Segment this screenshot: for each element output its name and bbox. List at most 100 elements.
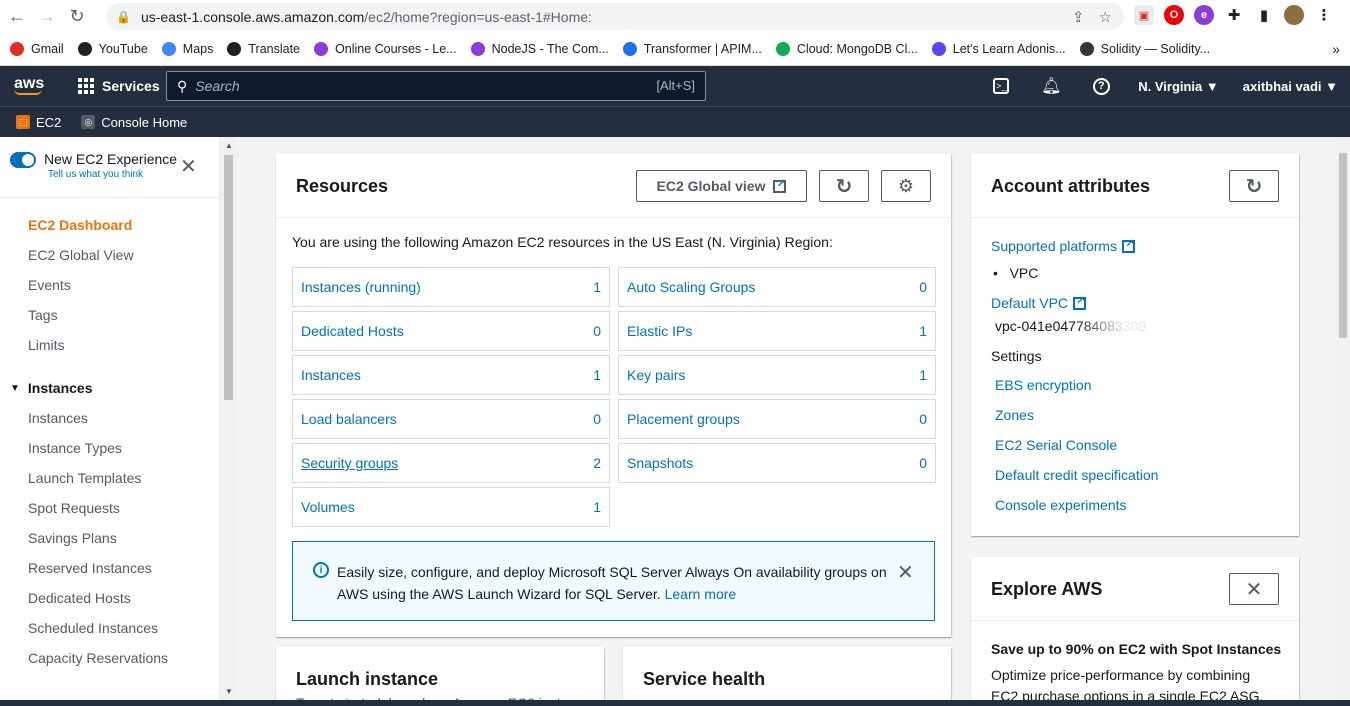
extension-icon-2[interactable]: e [1194, 5, 1214, 25]
scroll-up-icon[interactable]: ▲ [225, 141, 233, 150]
resource-label[interactable]: Auto Scaling Groups [627, 279, 755, 295]
profile-avatar[interactable] [1284, 5, 1304, 25]
resource-count[interactable]: 1 [919, 323, 927, 339]
resource-count[interactable]: 0 [919, 455, 927, 471]
resource-count[interactable]: 0 [919, 279, 927, 295]
bookmark-item[interactable]: Gmail [10, 42, 64, 56]
page-scroll-thumb[interactable] [1339, 153, 1347, 338]
share-icon[interactable]: ⇪ [1072, 8, 1085, 26]
resource-label[interactable]: Instances (running) [301, 279, 421, 295]
address-bar[interactable]: 🔒 us-east-1.console.aws.amazon.com/ec2/h… [106, 3, 1124, 30]
cloudshell-icon[interactable]: >_ [976, 66, 1026, 106]
settings-button[interactable]: ⚙ [881, 170, 931, 202]
search-input[interactable] [195, 78, 636, 94]
bookmark-star-icon[interactable]: ☆ [1099, 8, 1112, 26]
settings-link[interactable]: Default credit specification [995, 467, 1158, 483]
resource-label[interactable]: Security groups [301, 455, 398, 471]
sidebar-item[interactable]: Tags [28, 307, 134, 337]
resource-cell[interactable]: Dedicated Hosts 0 [292, 311, 610, 351]
bookmark-item[interactable]: Online Courses - Le... [314, 42, 457, 56]
services-menu[interactable]: Services [78, 78, 160, 94]
learn-more-link[interactable]: Learn more [665, 586, 737, 602]
sidebar-scrollbar[interactable]: ▲ ▼ [221, 137, 236, 700]
resource-label[interactable]: Load balancers [301, 411, 397, 427]
bookmarks-overflow-icon[interactable]: » [1332, 41, 1340, 57]
resource-cell[interactable]: Instances (running) 1 [292, 267, 610, 307]
resource-cell[interactable]: Placement groups 0 [618, 399, 936, 439]
sidebar-item[interactable]: Instance Types [28, 440, 168, 470]
explore-close-button[interactable]: ✕ [1229, 573, 1279, 605]
aws-logo[interactable]: aws [14, 76, 48, 95]
reload-icon[interactable]: ↻ [64, 4, 90, 30]
puzzle-icon[interactable]: ✚ [1224, 5, 1244, 25]
settings-link[interactable]: EBS encryption [995, 377, 1092, 393]
scroll-thumb[interactable] [224, 155, 233, 400]
info-close-icon[interactable]: ✕ [897, 560, 914, 585]
opera-icon[interactable]: O [1164, 5, 1184, 25]
sidebar-item[interactable]: EC2 Global View [28, 247, 134, 277]
resource-label[interactable]: Placement groups [627, 411, 740, 427]
close-icon[interactable]: ✕ [180, 157, 197, 177]
resource-cell[interactable]: Key pairs 1 [618, 355, 936, 395]
resource-cell[interactable]: Elastic IPs 1 [618, 311, 936, 351]
resource-cell[interactable]: Security groups 2 [292, 443, 610, 483]
bookmark-item[interactable]: Cloud: MongoDB Cl... [775, 42, 918, 56]
global-view-button[interactable]: EC2 Global view [636, 170, 807, 202]
resource-cell[interactable]: Volumes 1 [292, 487, 610, 527]
bookmark-item[interactable]: Solidity — Solidity... [1079, 42, 1210, 56]
resource-cell[interactable]: Snapshots 0 [618, 443, 936, 483]
feedback-link[interactable]: Tell us what you think [48, 169, 177, 180]
bookmark-item[interactable]: Maps [161, 42, 213, 56]
resource-cell[interactable]: Instances 1 [292, 355, 610, 395]
sidebar-item[interactable]: Instances [28, 410, 168, 440]
resource-label[interactable]: Instances [301, 367, 361, 383]
region-selector[interactable]: N. Virginia ▼ [1138, 79, 1219, 94]
resource-label[interactable]: Dedicated Hosts [301, 323, 404, 339]
resource-count[interactable]: 0 [919, 411, 927, 427]
settings-link[interactable]: Zones [995, 407, 1034, 423]
new-experience-toggle[interactable] [10, 152, 36, 168]
favorite-console-home[interactable]: ◎ Console Home [81, 115, 187, 130]
back-icon[interactable]: ← [4, 4, 30, 30]
sidebar-item[interactable]: Events [28, 277, 134, 307]
resource-count[interactable]: 2 [593, 455, 601, 471]
extension-icon-1[interactable]: ▣ [1134, 5, 1154, 25]
bookmark-item[interactable]: Translate [227, 42, 300, 56]
supported-platforms-link[interactable]: Supported platforms [991, 237, 1136, 254]
settings-link[interactable]: Console experiments [995, 497, 1127, 513]
forward-icon[interactable]: → [34, 4, 60, 30]
page-scrollbar[interactable] [1336, 137, 1350, 700]
sidebar-item[interactable]: Limits [28, 337, 134, 367]
resource-count[interactable]: 1 [919, 367, 927, 383]
sidebar-item[interactable]: Savings Plans [28, 530, 168, 560]
sidebar-item[interactable]: Capacity Reservations [28, 650, 168, 680]
menu-dots-icon[interactable]: ⋮ [1314, 5, 1334, 25]
bell-icon[interactable]: 🔔︎ [1026, 66, 1076, 106]
resource-count[interactable]: 1 [593, 367, 601, 383]
refresh-button[interactable]: ↻ [819, 170, 869, 202]
help-icon[interactable]: ? [1076, 66, 1126, 106]
scroll-down-icon[interactable]: ▼ [225, 687, 233, 696]
account-menu[interactable]: axitbhai vadi ▼ [1243, 79, 1338, 94]
sidebar-item[interactable]: Launch Templates [28, 470, 168, 500]
resource-count[interactable]: 0 [593, 411, 601, 427]
resource-label[interactable]: Volumes [301, 499, 355, 515]
sidebar-toggle-icon[interactable]: ▮ [1254, 5, 1274, 25]
resource-count[interactable]: 0 [593, 323, 601, 339]
sidebar-item[interactable]: EC2 Dashboard [28, 217, 134, 247]
sidebar-item[interactable]: Dedicated Hosts [28, 590, 168, 620]
account-refresh-button[interactable]: ↻ [1229, 170, 1279, 202]
bookmark-item[interactable]: Let's Learn Adonis... [931, 42, 1066, 56]
resource-label[interactable]: Snapshots [627, 455, 693, 471]
sidebar-item[interactable]: Spot Requests [28, 500, 168, 530]
default-vpc-link[interactable]: Default VPC [991, 294, 1087, 311]
sidebar-item[interactable]: Scheduled Instances [28, 620, 168, 650]
bookmark-item[interactable]: Transformer | APIM... [622, 42, 762, 56]
resource-count[interactable]: 1 [593, 499, 601, 515]
bookmark-item[interactable]: NodeJS - The Com... [470, 42, 609, 56]
sidebar-item[interactable]: Reserved Instances [28, 560, 168, 590]
sidebar-group-instances[interactable]: ▼ Instances [10, 380, 93, 396]
resource-cell[interactable]: Load balancers 0 [292, 399, 610, 439]
resource-label[interactable]: Key pairs [627, 367, 685, 383]
bookmark-item[interactable]: YouTube [77, 42, 148, 56]
